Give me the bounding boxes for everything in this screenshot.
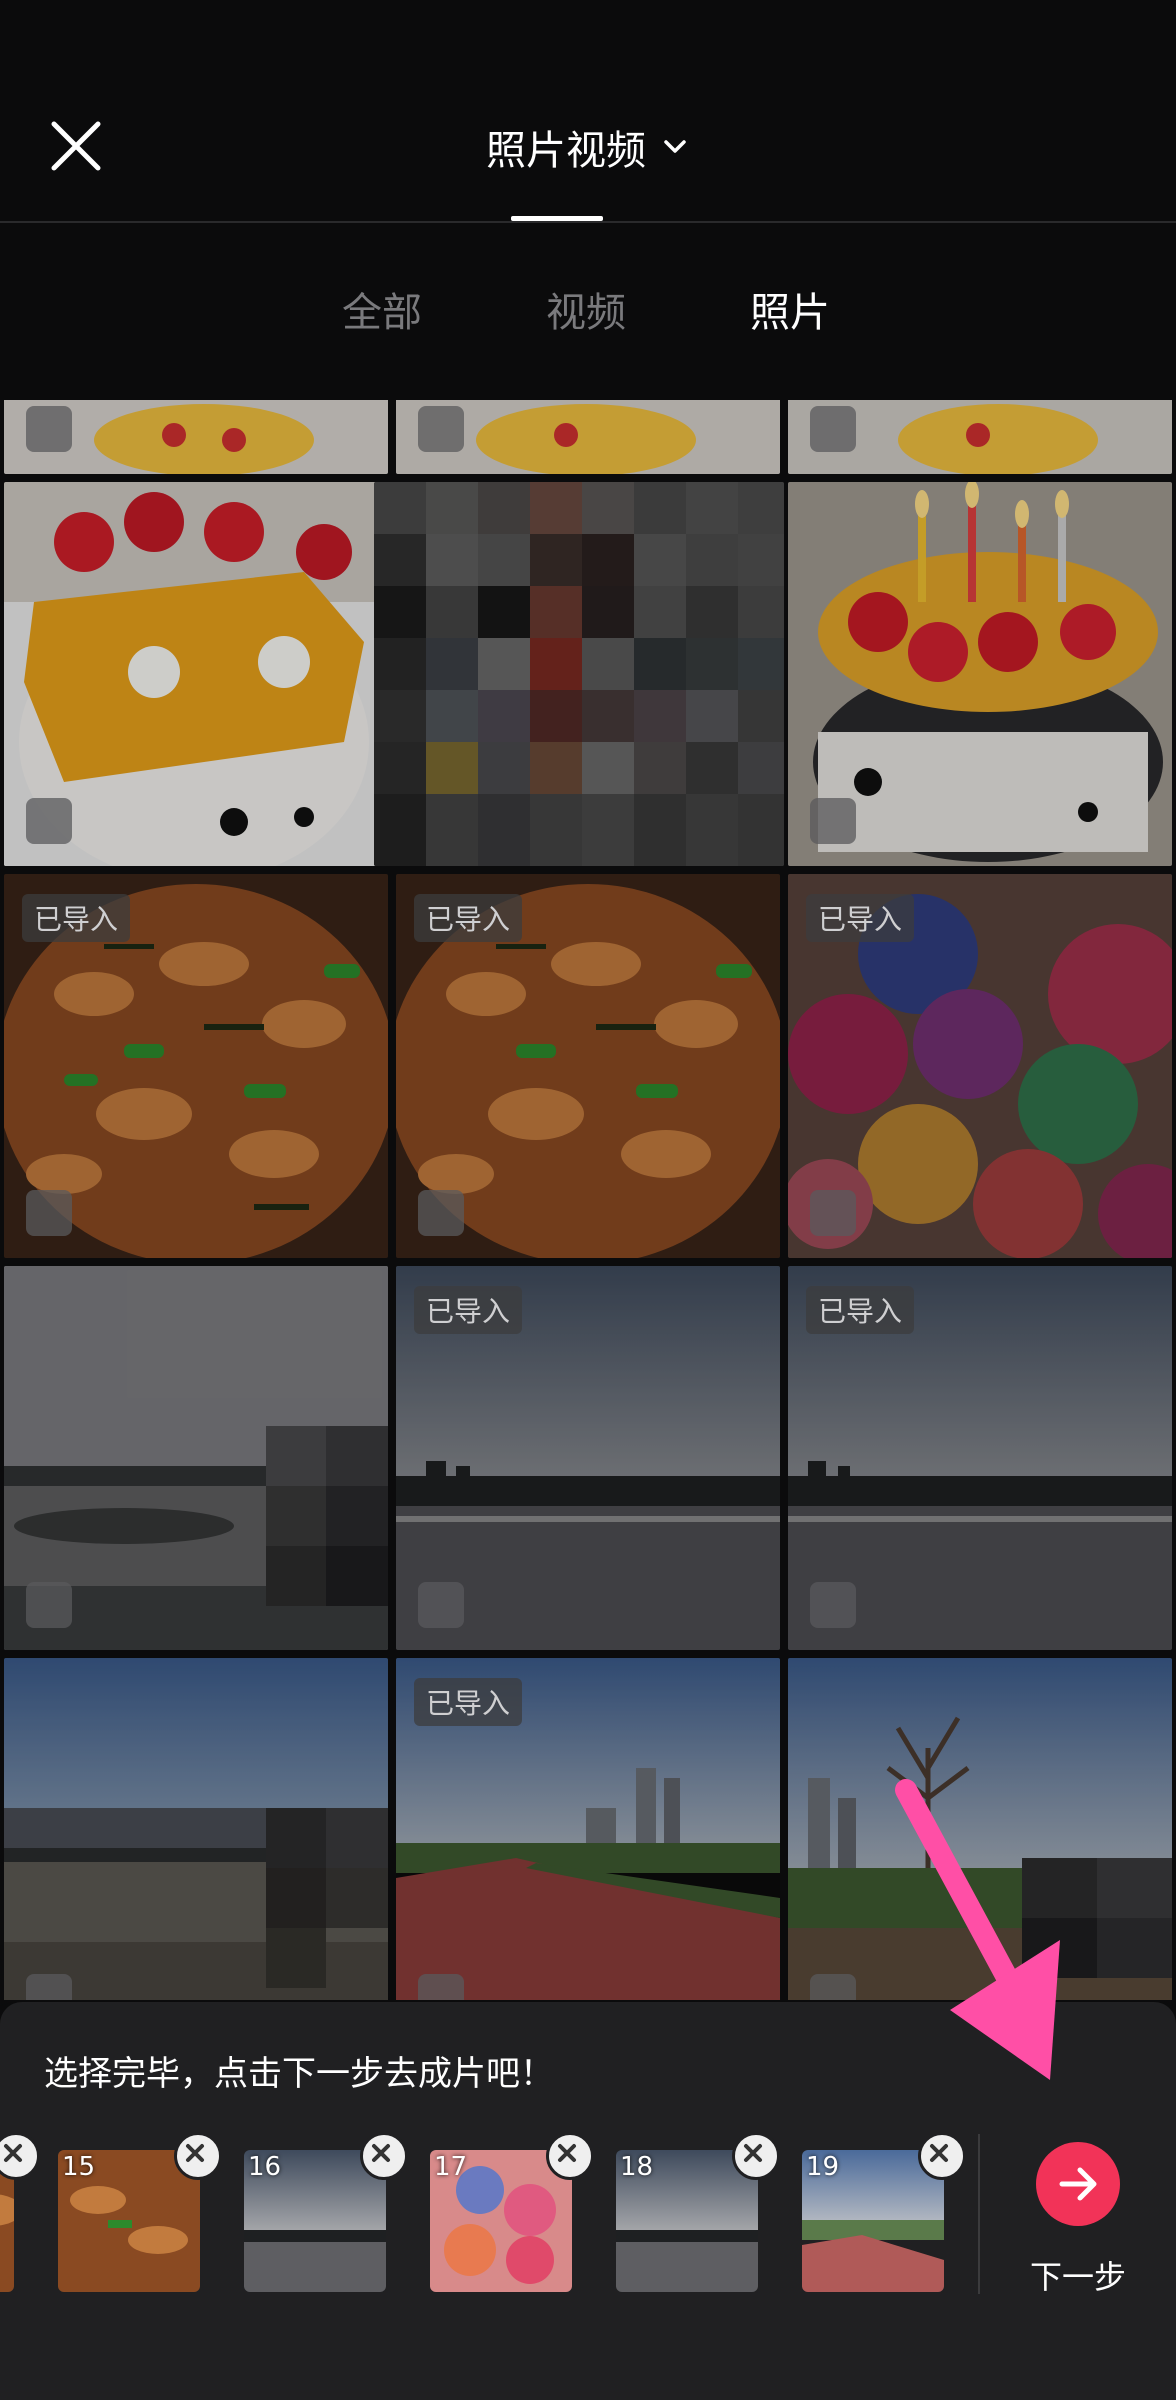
imported-badge: 已导入 [414,894,523,942]
next-label: 下一步 [1029,2258,1126,2296]
arrow-right-icon [1059,2167,1097,2201]
imported-badge: 已导入 [414,1286,523,1334]
photo-tile-r4c1[interactable]: 已导入 [396,1658,780,2000]
photo-tile-r2c1[interactable]: 已导入 [396,874,780,1258]
tab-all[interactable]: 全部 [342,280,422,338]
expand-icon[interactable] [26,406,72,452]
photo-tile-r1c2[interactable] [788,482,1172,866]
tab-video[interactable]: 视频 [546,280,626,338]
expand-icon[interactable] [810,1974,856,2000]
photo-tile-r3c0[interactable] [4,1266,388,1650]
expand-icon[interactable] [26,798,72,844]
expand-icon[interactable] [810,1582,856,1628]
expand-icon[interactable] [26,1190,72,1236]
remove-icon[interactable] [0,2132,40,2180]
remove-icon[interactable] [546,2132,594,2180]
expand-icon[interactable] [810,798,856,844]
selection-hint: 选择完毕，点击下一步去成片吧！ [44,2054,554,2094]
photo-tile-r2c0[interactable]: 已导入 [4,874,388,1258]
photo-tile-r0c0[interactable] [4,400,388,474]
thumb-number: 15 [62,2152,96,2182]
sheet-divider [978,2134,980,2294]
photo-tile-r1c0[interactable] [4,482,388,866]
expand-icon[interactable] [810,406,856,452]
expand-icon[interactable] [418,1974,464,2000]
thumb-number: 19 [806,2152,840,2182]
expand-icon[interactable] [26,1582,72,1628]
photo-tile-r0c2[interactable] [788,400,1172,474]
expand-icon[interactable] [26,1974,72,2000]
photo-tile-r3c2[interactable]: 已导入 [788,1266,1172,1650]
expand-icon[interactable] [418,406,464,452]
photo-tile-r1c1-pixelated[interactable] [374,482,784,866]
media-filter-tabs: 全部 视频 照片 [0,280,1176,350]
selection-sheet: 选择完毕，点击下一步去成片吧！ 15 16 17 18 19 下一步 [0,2002,1176,2400]
chevron-down-icon [664,140,686,153]
imported-badge: 已导入 [22,894,131,942]
expand-icon[interactable] [418,1190,464,1236]
remove-icon[interactable] [732,2132,780,2180]
thumb-number: 17 [434,2152,468,2182]
photo-grid: 已导入 已导入 已导入 已导入 已导入 已导入 [0,400,1176,2000]
remove-icon[interactable] [174,2132,222,2180]
tab-photo[interactable]: 照片 [750,280,830,338]
photo-tile-r2c2[interactable]: 已导入 [788,874,1172,1258]
expand-icon[interactable] [418,1582,464,1628]
selected-thumbs: 15 16 17 18 19 [0,2132,970,2312]
remove-icon[interactable] [918,2132,966,2180]
thumb-number: 16 [248,2152,282,2182]
next-button[interactable] [1036,2142,1120,2226]
thumb-number: 18 [620,2152,654,2182]
imported-badge: 已导入 [806,894,915,942]
header-divider [0,221,1176,223]
page-title: 照片视频 [486,128,646,174]
photo-tile-r0c1[interactable] [396,400,780,474]
imported-badge: 已导入 [806,1286,915,1334]
photo-tile-r3c1[interactable]: 已导入 [396,1266,780,1650]
top-bar: 照片视频 [0,0,1176,223]
album-selector[interactable]: 照片视频 [486,118,690,176]
photo-tile-r4c0[interactable] [4,1658,388,2000]
expand-icon[interactable] [810,1190,856,1236]
photo-tile-r4c2[interactable] [788,1658,1172,2000]
remove-icon[interactable] [360,2132,408,2180]
imported-badge: 已导入 [414,1678,523,1726]
